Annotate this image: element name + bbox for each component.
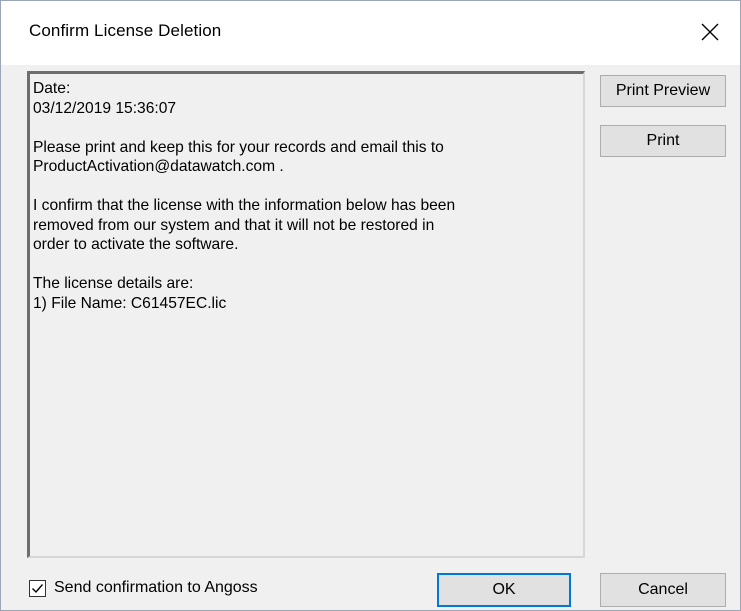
window-title: Confirm License Deletion xyxy=(29,21,222,40)
confirmation-message-text[interactable]: Date: 03/12/2019 15:36:07 Please print a… xyxy=(27,71,585,558)
confirm-license-dialog: Confirm License Deletion Date: 03/12/201… xyxy=(0,0,741,611)
print-preview-button[interactable]: Print Preview xyxy=(600,75,726,107)
send-confirmation-label[interactable]: Send confirmation to Angoss xyxy=(54,579,258,597)
print-button[interactable]: Print xyxy=(600,125,726,157)
close-icon xyxy=(701,23,719,41)
cancel-button[interactable]: Cancel xyxy=(600,573,726,607)
checkmark-icon xyxy=(32,583,44,593)
send-confirmation-checkbox[interactable] xyxy=(29,579,46,597)
ok-button[interactable]: OK xyxy=(437,573,571,607)
close-button[interactable] xyxy=(680,1,740,65)
title-bar: Confirm License Deletion xyxy=(1,1,740,65)
send-confirmation-option[interactable]: Send confirmation to Angoss xyxy=(29,576,258,600)
